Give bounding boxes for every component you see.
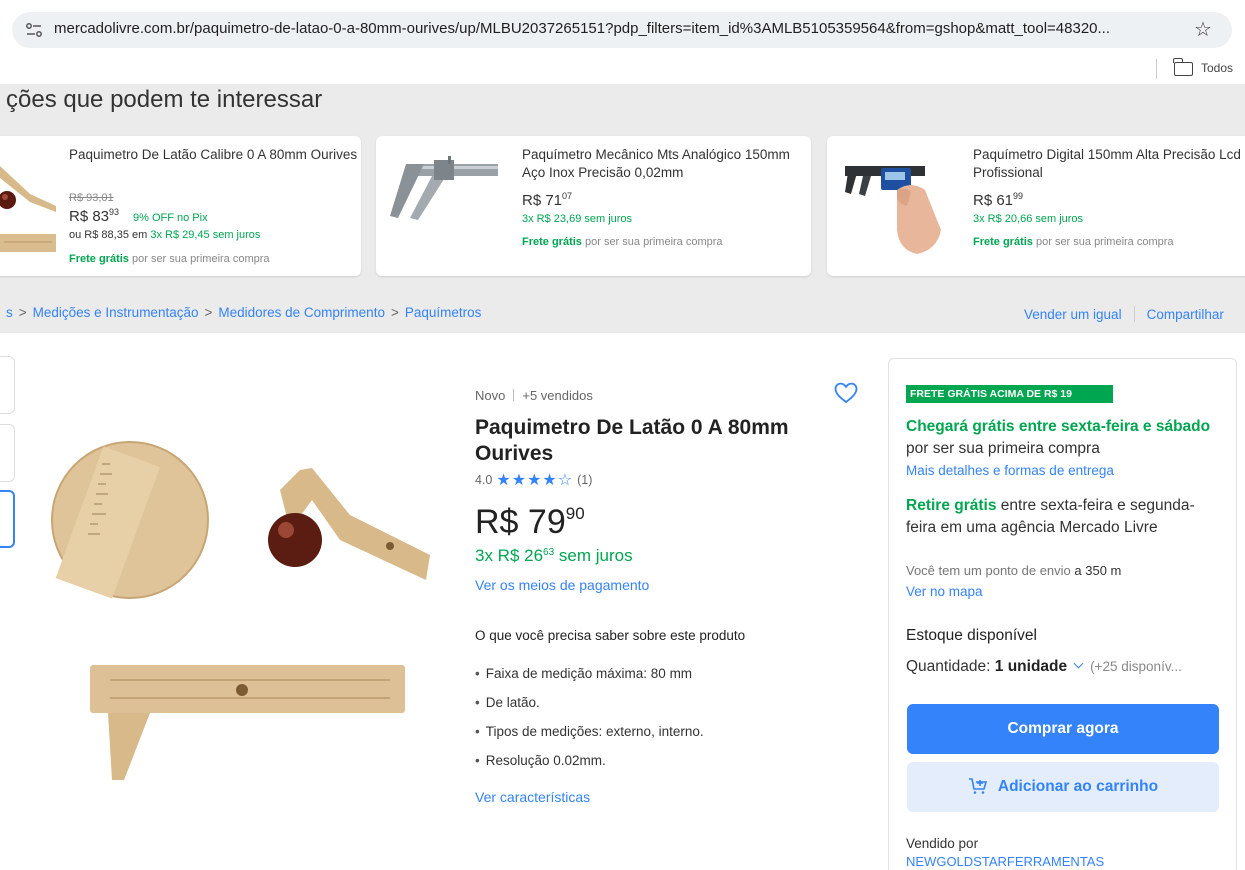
recommendation-card[interactable]: Paquímetro Mecânico Mts Analógico 150mm … <box>376 136 811 276</box>
installments: 3x R$ 2663 sem juros <box>475 546 633 565</box>
card-old-price: R$ 93,01 <box>69 192 114 204</box>
feature-item: De latão. <box>475 695 540 710</box>
pickup-info: Retire grátis entre sexta-feira e segund… <box>906 497 1195 536</box>
gallery-thumbnail-selected[interactable] <box>0 490 15 548</box>
sold-by-label: Vendido por <box>906 836 979 851</box>
card-discount: 9% OFF no Pix <box>133 212 208 224</box>
recommendation-card[interactable]: Paquímetro Digital 150mm Alta Precisão L… <box>827 136 1245 276</box>
card-price: R$ 8393 <box>69 207 120 225</box>
breadcrumb-item[interactable]: Medidores de Comprimento <box>218 305 385 320</box>
card-installments: ou R$ 88,35 em 3x R$ 29,45 sem juros <box>69 229 261 241</box>
stock-status: Estoque disponível <box>906 627 1037 644</box>
condition-sold: Novo +5 vendidos <box>475 388 593 403</box>
seller-link[interactable]: NEWGOLDSTARFERRAMENTAS <box>906 854 1104 869</box>
actions-divider <box>1133 306 1135 322</box>
delivery-details-link[interactable]: Mais detalhes e formas de entrega <box>906 463 1114 478</box>
gallery-thumbnail[interactable] <box>0 424 15 482</box>
breadcrumb: s > Medições e Instrumentação > Medidores de… <box>6 305 481 320</box>
recommendation-card[interactable]: Paquimetro De Latão Calibre 0 A 80mm Our… <box>0 136 361 276</box>
feature-item: Resolução 0.02mm. <box>475 753 606 768</box>
card-price: R$ 6199 <box>973 191 1024 209</box>
product-image <box>845 166 941 254</box>
sell-similar-link[interactable]: Vender um igual <box>1024 307 1122 322</box>
chevron-down-icon[interactable] <box>1073 658 1084 669</box>
folder-icon[interactable] <box>1173 58 1193 76</box>
breadcrumb-separator: > <box>390 305 399 320</box>
add-to-cart-button[interactable]: Adicionar ao carrinho <box>907 762 1219 812</box>
free-shipping-badge: FRETE GRÁTIS ACIMA DE R$ 19 <box>906 385 1113 403</box>
product-image <box>0 166 56 252</box>
cart-plus-icon <box>968 778 987 794</box>
product-price: R$ 7990 <box>475 503 585 541</box>
delivery-info: Chegará grátis entre sexta-feira e sábad… <box>906 418 1211 457</box>
characteristics-link[interactable]: Ver características <box>475 789 590 805</box>
card-title[interactable]: Paquímetro Digital 150mm Alta Precisão L… <box>973 146 1245 182</box>
breadcrumb-item[interactable]: Medições e Instrumentação <box>33 305 199 320</box>
card-title[interactable]: Paquimetro De Latão Calibre 0 A 80mm Our… <box>69 146 359 164</box>
map-link[interactable]: Ver no mapa <box>906 584 983 599</box>
quantity-selector[interactable]: Quantidade: 1 unidade (+25 disponív... <box>906 658 1182 676</box>
breadcrumb-separator: > <box>18 305 27 320</box>
url-text[interactable]: mercadolivre.com.br/paquimetro-de-latao-… <box>54 20 1110 37</box>
heart-icon[interactable] <box>834 382 858 404</box>
product-title: Paquimetro De Latão 0 A 80mm Ourives <box>475 416 789 465</box>
product-image <box>390 156 498 220</box>
pickup-distance: Você tem um ponto de envio a 350 m <box>906 563 1122 578</box>
card-shipping: Frete grátis por ser sua primeira compra <box>69 253 270 265</box>
card-installments: 3x R$ 23,69 sem juros <box>522 213 633 225</box>
payment-methods-link[interactable]: Ver os meios de pagamento <box>475 577 649 593</box>
card-price: R$ 7107 <box>522 191 573 209</box>
card-installments: 3x R$ 20,66 sem juros <box>973 213 1084 225</box>
page: mercadolivre.com.br/paquimetro-de-latao-… <box>0 0 1245 870</box>
product-main-image[interactable] <box>50 420 440 795</box>
recommendations-title: ções que podem te interessar <box>6 86 323 113</box>
bookmarks-all-label[interactable]: Todos <box>1201 61 1233 75</box>
page-actions: Vender um igual Compartilhar <box>1024 306 1224 322</box>
feature-item: Faixa de medição máxima: 80 mm <box>475 666 692 681</box>
rating[interactable]: 4.0 ★★★★☆ (1) <box>475 470 592 490</box>
breadcrumb-separator: > <box>204 305 213 320</box>
feature-item: Tipos de medições: externo, interno. <box>475 724 704 739</box>
site-info-icon[interactable] <box>24 20 44 40</box>
buy-now-button[interactable]: Comprar agora <box>907 704 1219 754</box>
card-shipping: Frete grátis por ser sua primeira compra <box>973 236 1174 248</box>
card-shipping: Frete grátis por ser sua primeira compra <box>522 236 723 248</box>
bookmark-star-icon[interactable]: ☆ <box>1194 17 1212 42</box>
features-heading: O que você precisa saber sobre este prod… <box>475 628 746 643</box>
share-link[interactable]: Compartilhar <box>1147 307 1224 322</box>
breadcrumb-lead[interactable]: s <box>6 305 13 320</box>
gallery-thumbnail[interactable] <box>0 356 15 414</box>
rating-stars-icon: ★★★★☆ <box>496 472 574 489</box>
breadcrumb-item[interactable]: Paquímetros <box>405 305 482 320</box>
bookmarks-separator <box>1156 59 1157 79</box>
card-title[interactable]: Paquímetro Mecânico Mts Analógico 150mm … <box>522 146 802 182</box>
